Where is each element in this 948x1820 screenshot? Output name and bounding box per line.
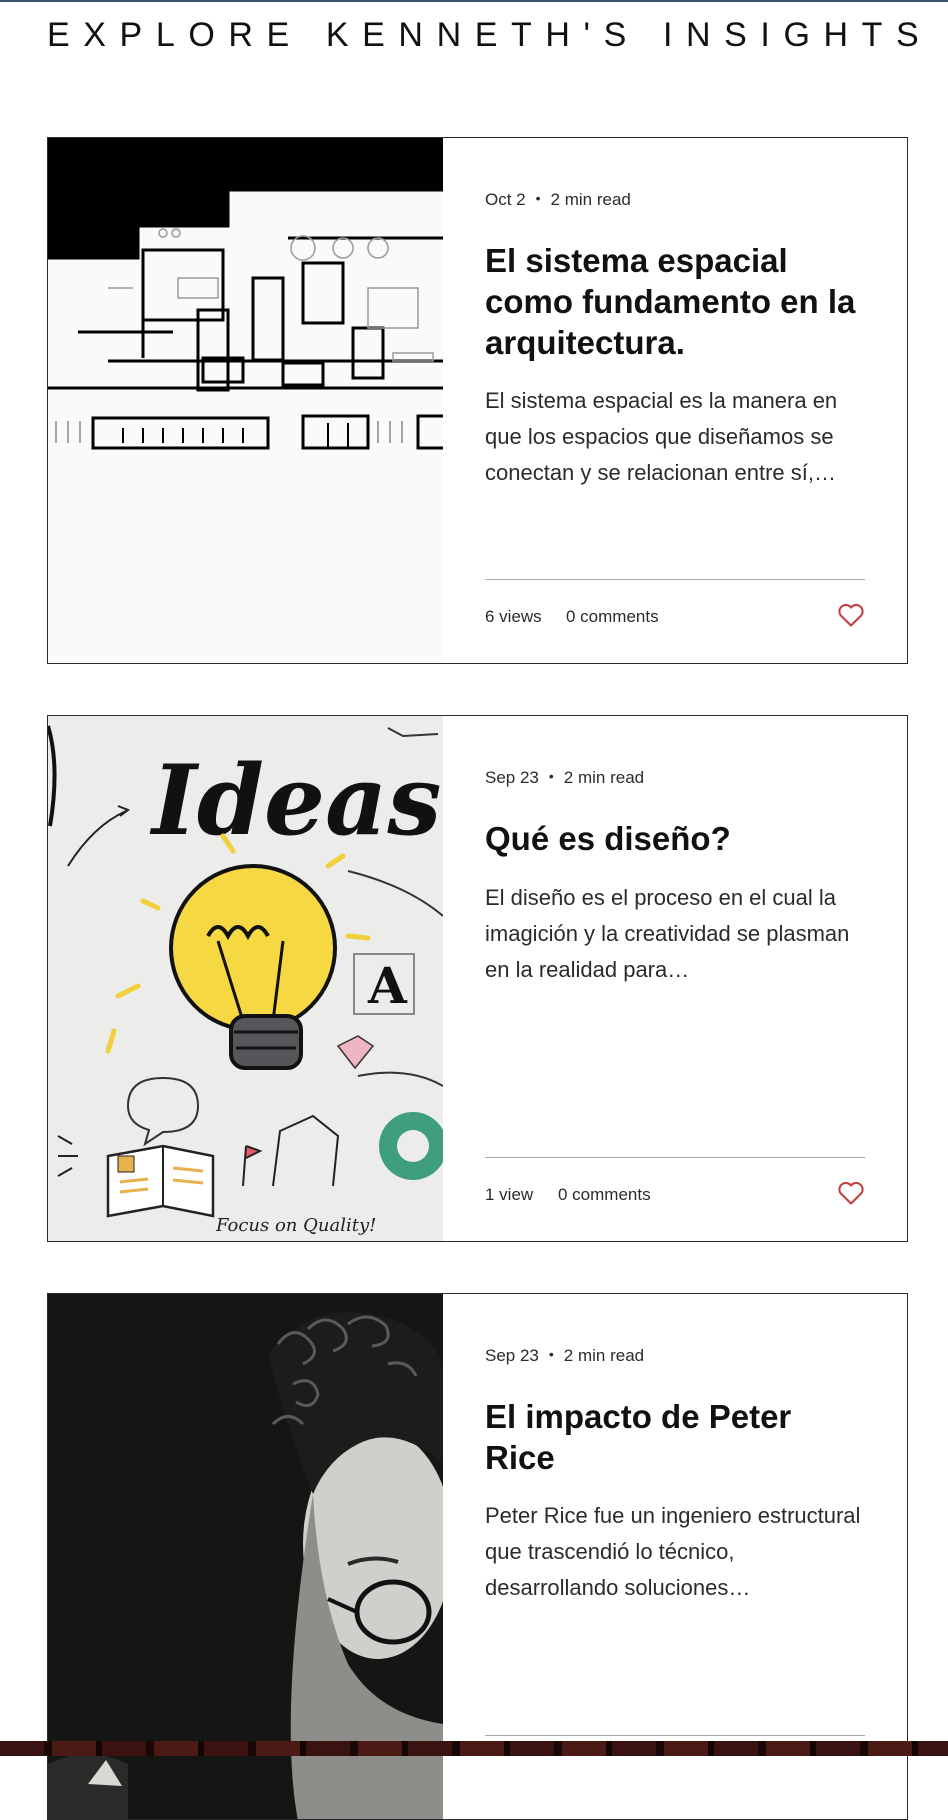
post-read-time: 2 min read (550, 190, 631, 209)
post-meta: Oct 2 • 2 min read (485, 190, 631, 210)
post-views: 6 views (485, 607, 542, 626)
post-body: Sep 23 • 2 min read Qué es diseño? El dise… (485, 716, 865, 1241)
post-card-2[interactable]: Ideas A Focus on Quality! Sep 23 • 2 min… (47, 715, 908, 1242)
like-heart-icon[interactable] (837, 602, 865, 628)
post-title-link[interactable]: El sistema espacial como fundamento en l… (485, 240, 865, 363)
post-divider (485, 1157, 865, 1158)
post-comments-link[interactable]: 0 comments (566, 607, 659, 627)
post-divider (485, 1735, 865, 1736)
post-body: Oct 2 • 2 min read El sistema espacial com… (485, 138, 865, 663)
post-footer: 1 view 0 comments (485, 1178, 865, 1212)
post-meta: Sep 23 • 2 min read (485, 1346, 644, 1366)
top-rule (0, 0, 948, 2)
post-read-time: 2 min read (563, 1346, 645, 1365)
post-comments-link[interactable]: 0 comments (558, 1185, 651, 1205)
post-title-link[interactable]: Qué es diseño? (485, 818, 865, 859)
post-footer: 6 views 0 comments (485, 600, 865, 634)
focus-on-quality-text: Focus on Quality! (215, 1215, 376, 1236)
separator-dot: • (548, 1346, 554, 1362)
ideas-text: Ideas (149, 744, 441, 857)
post-card-1[interactable]: Oct 2 • 2 min read El sistema espacial com… (47, 137, 908, 664)
separator-dot: • (548, 768, 554, 784)
post-date: Oct 2 (485, 190, 526, 209)
separator-dot: • (535, 190, 541, 206)
post-date: Sep 23 (485, 1346, 539, 1365)
post-views: 1 view (485, 1185, 534, 1204)
post-meta: Sep 23 • 2 min read (485, 768, 644, 788)
letter-a-text: A (367, 956, 408, 1015)
post-excerpt: El sistema espacial es la manera en que … (485, 388, 838, 485)
page-title: EXPLORE KENNETH'S INSIGHTS (47, 16, 933, 54)
post-date: Sep 23 (485, 768, 539, 787)
ideas-lightbulb-image[interactable]: Ideas A Focus on Quality! (48, 716, 443, 1241)
post-excerpt: Peter Rice fue un ingeniero estructural … (485, 1503, 861, 1600)
post-divider (485, 579, 865, 580)
like-heart-icon[interactable] (837, 1180, 865, 1206)
post-excerpt: El diseño es el proceso en el cual la im… (485, 885, 850, 982)
bottom-banner-strip (0, 1741, 948, 1756)
post-title-link[interactable]: El impacto de Peter Rice (485, 1396, 865, 1478)
post-read-time: 2 min read (563, 768, 645, 787)
floor-plan-image[interactable] (48, 138, 443, 663)
